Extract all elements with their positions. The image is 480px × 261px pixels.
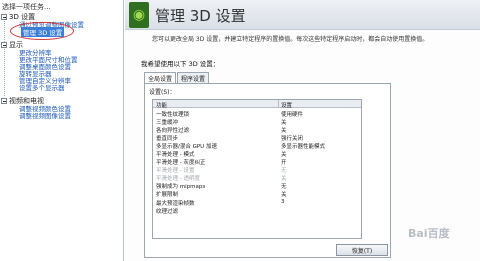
tree-line (4, 18, 5, 96)
navigation-pane: 选择一项任务... 3D 设置 通过预览调整图像设置 管理 3D 设置 显示 更… (0, 0, 124, 261)
table-header: 功能 设置 (153, 100, 361, 109)
highlight-annotation-ring (10, 22, 74, 40)
feature-cell: 纹理过滤 (156, 208, 179, 215)
column-divider[interactable] (278, 100, 279, 108)
tab-program-settings[interactable]: 程序设置 (177, 72, 210, 83)
table-row[interactable]: 纹理过滤 (153, 206, 361, 215)
tab-bar: 全局设置 程序设置 (144, 72, 210, 83)
table-row[interactable]: 强制成为 mipmaps 无 (153, 182, 361, 190)
table-row[interactable]: 平滑处理 - 透明度关 (153, 174, 361, 182)
tab-panel: 设置(S)： 功能 设置 一致性纹理锁 使用硬件 三重缓冲关各向异性过滤关垂直同步强… (144, 83, 391, 258)
table-row[interactable]: 一致性纹理锁 使用硬件 (153, 109, 361, 118)
page-title: 管理 3D 设置 (155, 7, 246, 25)
table-row[interactable]: 平滑处理 - 灰度纠正开 (153, 158, 361, 166)
page-description: 您可以更改全局 3D 设置，并建立特定程序的置换值。每次这些特定程序启动时，都会… (152, 36, 429, 43)
table-rows: 一致性纹理锁 使用硬件 三重缓冲关各向异性过滤关垂直同步 强行关闭 多显示器/混合 GP… (153, 109, 361, 215)
tree-item-multi-display[interactable]: 设置多个显示器 (19, 82, 65, 92)
table-row[interactable]: 三重缓冲关 (153, 117, 361, 126)
table-row[interactable]: 平滑处理 - 模式关 (153, 149, 361, 158)
collapse-icon[interactable] (1, 98, 7, 104)
nvidia-logo-icon: ◉ (129, 2, 149, 28)
settings-label: 设置(S)： (149, 89, 176, 96)
table-row[interactable]: 垂直同步 强行关闭 (153, 133, 361, 142)
content-pane: ◉ 管理 3D 设置 您可以更改全局 3D 设置，并建立特定程序的置换值。每次这… (125, 0, 480, 261)
watermark: Bai百度 (408, 227, 450, 240)
column-header-feature[interactable]: 功能 (156, 101, 167, 109)
tab-global-settings[interactable]: 全局设置 (144, 72, 177, 83)
task-header: 选择一项任务... (2, 3, 51, 11)
restore-button[interactable]: 恢复(T) (336, 244, 388, 256)
column-header-setting[interactable]: 设置 (281, 101, 292, 109)
header-banner: ◉ 管理 3D 设置 (125, 0, 480, 30)
tree-item-video-image[interactable]: 调整视频图像设置 (19, 110, 71, 120)
table-row[interactable]: 最大预渲染帧数 3 (153, 198, 361, 207)
table-row[interactable]: 平滑处理 - 设置无 (153, 166, 361, 174)
collapse-icon[interactable] (1, 14, 7, 20)
settings-table: 功能 设置 一致性纹理锁 使用硬件 三重缓冲关各向异性过滤关垂直同步 强行关闭 多显示器… (152, 99, 362, 239)
section-title: 我希望使用以下 3D 设置： (141, 60, 220, 68)
table-row[interactable]: 多显示器/混合 GPU 加速 多显示器性能模式 (153, 141, 361, 150)
table-row[interactable]: 各向异性过滤关 (153, 125, 361, 134)
setting-cell[interactable]: 3 (281, 199, 285, 205)
table-row[interactable]: 扩展限制关 (153, 190, 361, 198)
collapse-icon[interactable] (1, 42, 7, 48)
